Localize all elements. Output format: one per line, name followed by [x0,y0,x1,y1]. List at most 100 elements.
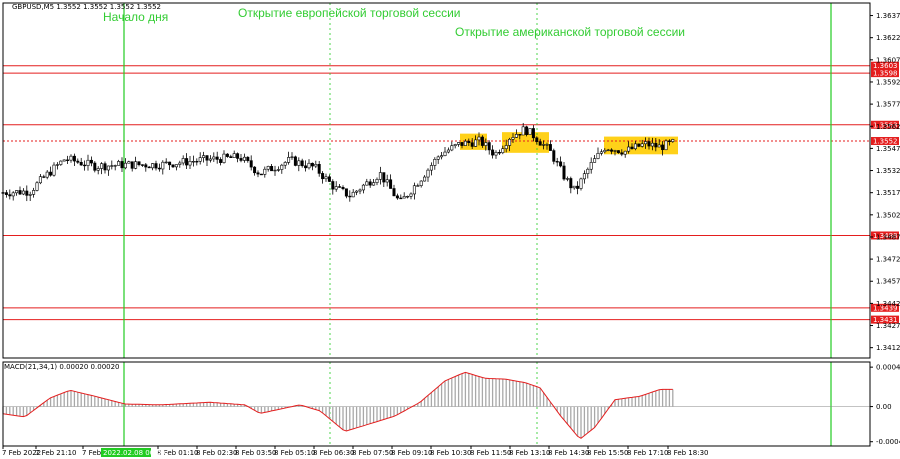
candle-body [375,179,379,183]
candle-body [208,158,212,161]
candle-body [259,173,263,176]
candle-body [491,149,495,156]
y-tick-label: 1.3637 [876,12,900,20]
y-tick-label: 1.3517 [876,189,900,197]
candle-body [120,161,124,169]
candle-body [344,188,348,197]
candle-body [671,139,675,142]
candle-body [76,160,80,163]
y-tick-label: 1.3532 [876,167,900,175]
candle-body [263,168,267,175]
candle-body [644,141,648,145]
candle-body [4,192,8,195]
candle-body [266,166,270,170]
candle-body [538,141,542,146]
candle-body [297,160,301,166]
candle-body [18,190,22,195]
candle-body [273,169,277,172]
candle-body [545,144,549,146]
level-lines: 1.36031.35981.35631.34881.34391.34311.35… [3,61,899,324]
candle-body [412,185,416,195]
candle-body [480,136,484,146]
candle-body [304,165,308,169]
annotation-us-open: Открытие американской торговой сессии [455,25,685,39]
candle-body [100,163,104,169]
candle-body [361,184,365,191]
candle-body [191,161,195,163]
candle-body [72,155,76,162]
candle-body [219,159,223,163]
candle-body [310,162,314,167]
candle-body [650,142,654,147]
x-tick-label: 8 Feb 03:50 [235,449,276,457]
candle-body [576,185,580,189]
y-tick-label: 1.3457 [876,278,900,286]
level-label: 1.3598 [873,70,898,78]
candle-body [409,193,413,197]
macd-panel: 0.00046 0.00 -0.00041 [2,364,900,446]
candle-body [45,171,49,178]
candle-body [399,197,403,200]
y-tick-label: 1.3412 [876,344,900,352]
candle-body [283,162,287,166]
candle-body [348,195,352,198]
axes: 1.3637 1.3622 1.3607 1.3592 1.3577 1.3562 1.35… [2,2,900,457]
candle-body [174,164,178,168]
candle-body [171,164,175,168]
x-tick-label: 8 Feb 11:50 [470,449,511,457]
candle-body [559,161,563,167]
candle-body [242,156,246,161]
candle-body [463,140,467,146]
x-tick-label: 8 Feb 06:30 [313,449,354,457]
candle-body [623,150,627,155]
candle-body [307,162,311,169]
candle-body [589,162,593,170]
candle-body [205,155,209,161]
candle-body [93,162,97,171]
macd-label: MACD(21,34,1) 0.00020 0.00020 [4,363,120,371]
candle-body [378,172,382,180]
candle-body [229,156,233,158]
candle-body [89,159,93,164]
candle-body [460,142,464,146]
candle-body [443,151,447,156]
candle-body [613,150,617,152]
candle-body [157,167,161,170]
candle-body [436,156,440,160]
candle-body [355,190,359,193]
candle-body [327,176,331,182]
x-tick-label: 8 Feb 10:30 [430,449,471,457]
candle-body [392,188,396,197]
candle-body [38,176,42,184]
candle-body [457,142,461,145]
candle-body [117,161,121,166]
candle-body [395,195,399,199]
candle-body [249,160,253,168]
candle-body [324,176,328,180]
candle-body [198,157,202,162]
candle-body [127,161,131,164]
y-tick-label: 1.3472 [876,256,900,264]
candle-body [161,161,165,170]
candle-body [79,162,83,166]
candle-body [83,164,87,167]
candle-body [531,128,535,139]
candle-body [599,151,603,154]
candle-body [372,182,376,186]
candle-body [42,176,46,178]
candle-body [151,163,155,169]
candle-body [667,140,671,142]
candles [1,122,675,202]
candle-body [450,145,454,151]
candle-body [130,161,134,169]
candle-body [287,157,291,163]
candle-body [35,182,39,191]
candle-body [616,150,620,154]
candle-body [487,142,491,151]
candle-body [270,166,274,172]
candle-body [110,165,114,167]
candle-body [446,149,450,153]
x-tick-label: 8 Feb 07:50 [352,449,393,457]
candle-body [579,178,583,189]
candle-body [535,137,539,143]
